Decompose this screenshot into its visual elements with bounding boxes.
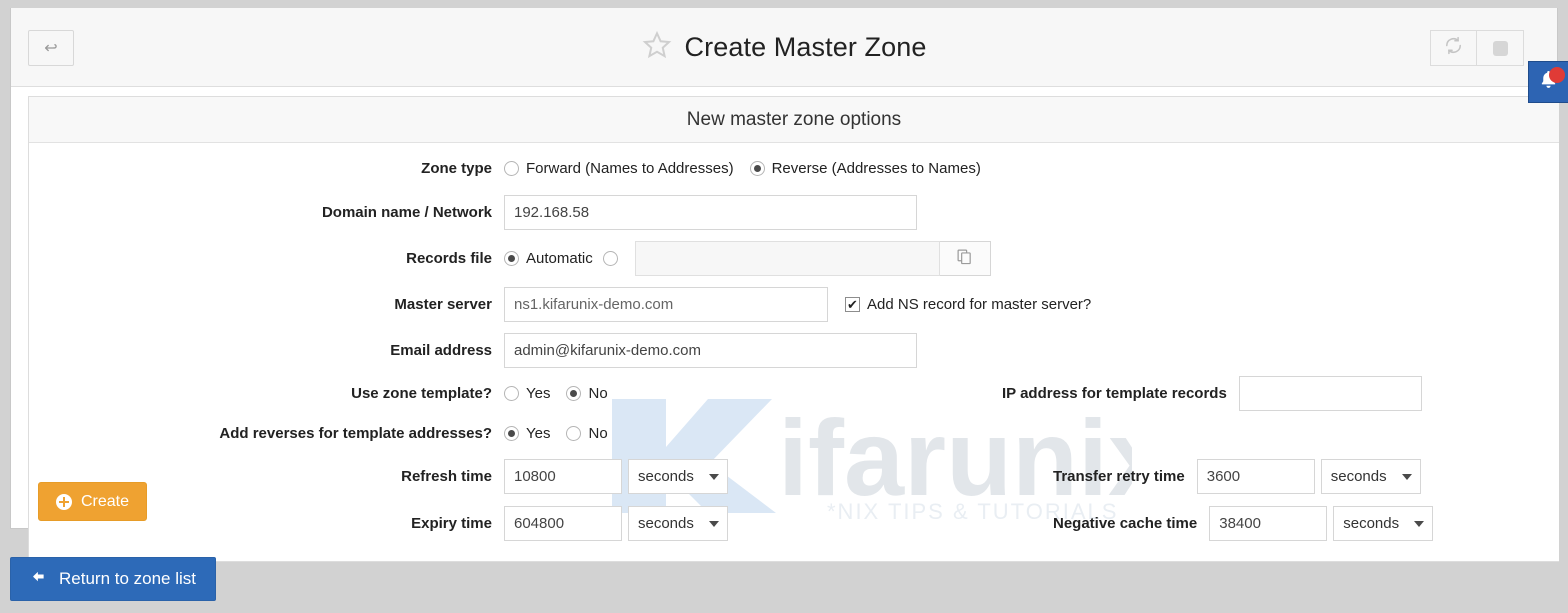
radio-use-template-no-label[interactable]: No <box>588 385 607 402</box>
transfer-retry-time-unit-select[interactable]: seconds <box>1320 459 1421 494</box>
row-use-zone-template: Use zone template? Yes No IP address for… <box>29 376 1559 411</box>
zone-type-label: Zone type <box>421 160 492 177</box>
negative-cache-time-unit-select[interactable]: seconds <box>1333 506 1434 541</box>
negative-cache-time-input[interactable] <box>1209 506 1328 541</box>
check-icon: ✔ <box>847 297 858 312</box>
row-expiry-time: Expiry time seconds Negative cache time … <box>29 506 1559 541</box>
master-server-label: Master server <box>394 296 492 313</box>
ip-template-records-label: IP address for template records <box>1002 385 1227 402</box>
content-card: ↩ Create Master Zone New master zone opt… <box>10 8 1559 562</box>
file-chooser-icon <box>956 248 973 270</box>
add-reverses-options: Yes No <box>504 425 624 442</box>
email-address-input[interactable] <box>504 333 917 368</box>
email-address-control <box>504 333 917 368</box>
negative-cache-time-label: Negative cache time <box>1053 515 1198 532</box>
stop-icon <box>1492 40 1508 56</box>
negative-cache-time-group: Negative cache time seconds <box>1053 506 1434 541</box>
add-ns-record-checkbox[interactable]: ✔ <box>845 297 860 312</box>
arrow-left-icon <box>30 569 47 589</box>
stop-button[interactable] <box>1477 30 1524 66</box>
radio-use-template-yes-label[interactable]: Yes <box>526 385 550 402</box>
radio-records-file-automatic[interactable] <box>504 251 519 266</box>
row-records-file: Records file Automatic <box>29 241 1559 276</box>
refresh-time-unit-select[interactable]: seconds <box>628 459 728 494</box>
radio-add-reverses-no-label[interactable]: No <box>588 425 607 442</box>
radio-use-template-yes[interactable] <box>504 386 519 401</box>
email-address-label: Email address <box>390 342 492 359</box>
expiry-time-control: seconds <box>504 506 728 541</box>
svg-text:ifarunix: ifarunix <box>778 397 1132 518</box>
chevron-down-icon <box>1401 473 1412 480</box>
return-button-label: Return to zone list <box>59 569 197 588</box>
expiry-time-label: Expiry time <box>411 515 492 532</box>
chevron-down-icon <box>1414 520 1425 527</box>
transfer-retry-time-group: Transfer retry time seconds <box>1053 459 1421 494</box>
radio-use-template-no[interactable] <box>566 386 582 401</box>
domain-name-input[interactable] <box>504 195 917 230</box>
records-file-label: Records file <box>406 250 492 267</box>
page-title: Create Master Zone <box>684 32 927 62</box>
file-chooser-button[interactable] <box>939 241 991 276</box>
expiry-time-unit-select[interactable]: seconds <box>628 506 728 541</box>
refresh-button[interactable] <box>1430 30 1477 66</box>
row-refresh-time: Refresh time seconds Transfer retry time… <box>29 459 1559 494</box>
zone-options-panel: New master zone options ifarunix *NIX TI… <box>28 96 1559 562</box>
ip-template-records-group: IP address for template records <box>1002 376 1422 411</box>
use-zone-template-label: Use zone template? <box>351 385 492 402</box>
row-zone-type: Zone type Forward (Names to Addresses) R… <box>29 154 1559 183</box>
title-container: Create Master Zone <box>11 30 1557 65</box>
refresh-icon <box>1444 36 1463 60</box>
page-root: ↩ Create Master Zone New master zone opt… <box>0 0 1568 613</box>
row-domain-name: Domain name / Network <box>29 195 1559 230</box>
panel-heading: New master zone options <box>29 97 1559 143</box>
records-file-control: Automatic <box>504 241 991 276</box>
radio-zone-type-forward[interactable] <box>504 161 519 176</box>
radio-add-reverses-no[interactable] <box>566 426 582 441</box>
notification-badge-dot <box>1549 67 1565 83</box>
domain-name-label: Domain name / Network <box>321 204 492 221</box>
star-outline-icon[interactable] <box>642 30 672 65</box>
chevron-down-icon <box>709 473 719 480</box>
header-actions <box>1430 30 1524 66</box>
radio-add-reverses-yes-label[interactable]: Yes <box>526 425 550 442</box>
zone-type-options: Forward (Names to Addresses) Reverse (Ad… <box>504 160 997 177</box>
row-add-reverses: Add reverses for template addresses? Yes… <box>29 419 1559 448</box>
notification-widget[interactable] <box>1528 61 1568 103</box>
chevron-down-icon <box>709 520 719 527</box>
add-reverses-label: Add reverses for template addresses? <box>219 425 492 442</box>
page-header: ↩ Create Master Zone <box>11 8 1557 87</box>
master-server-control: ✔ Add NS record for master server? <box>504 287 1107 322</box>
add-ns-record-label[interactable]: Add NS record for master server? <box>867 296 1091 313</box>
panel-body: ifarunix *NIX TIPS & TUTORIALS Zone type… <box>29 143 1559 561</box>
radio-zone-type-reverse[interactable] <box>749 161 765 176</box>
radio-zone-type-forward-label[interactable]: Forward (Names to Addresses) <box>526 160 734 177</box>
radio-zone-type-reverse-label[interactable]: Reverse (Addresses to Names) <box>772 160 981 177</box>
return-to-zone-list-button[interactable]: Return to zone list <box>10 557 217 601</box>
expiry-time-input[interactable] <box>504 506 622 541</box>
row-master-server: Master server ✔ Add NS record for master… <box>29 287 1559 322</box>
radio-records-file-custom[interactable] <box>602 251 618 266</box>
refresh-time-control: seconds <box>504 459 728 494</box>
refresh-time-input[interactable] <box>504 459 622 494</box>
transfer-retry-time-input[interactable] <box>1196 459 1315 494</box>
refresh-time-label: Refresh time <box>401 468 492 485</box>
domain-name-control <box>504 195 917 230</box>
use-zone-template-options: Yes No <box>504 385 624 402</box>
radio-records-file-automatic-label[interactable]: Automatic <box>526 250 593 267</box>
row-email-address: Email address <box>29 333 1559 368</box>
transfer-retry-time-label: Transfer retry time <box>1053 468 1185 485</box>
records-file-input[interactable] <box>634 241 940 276</box>
ip-template-records-input[interactable] <box>1238 376 1422 411</box>
radio-add-reverses-yes[interactable] <box>504 426 519 441</box>
master-server-input[interactable] <box>504 287 828 322</box>
